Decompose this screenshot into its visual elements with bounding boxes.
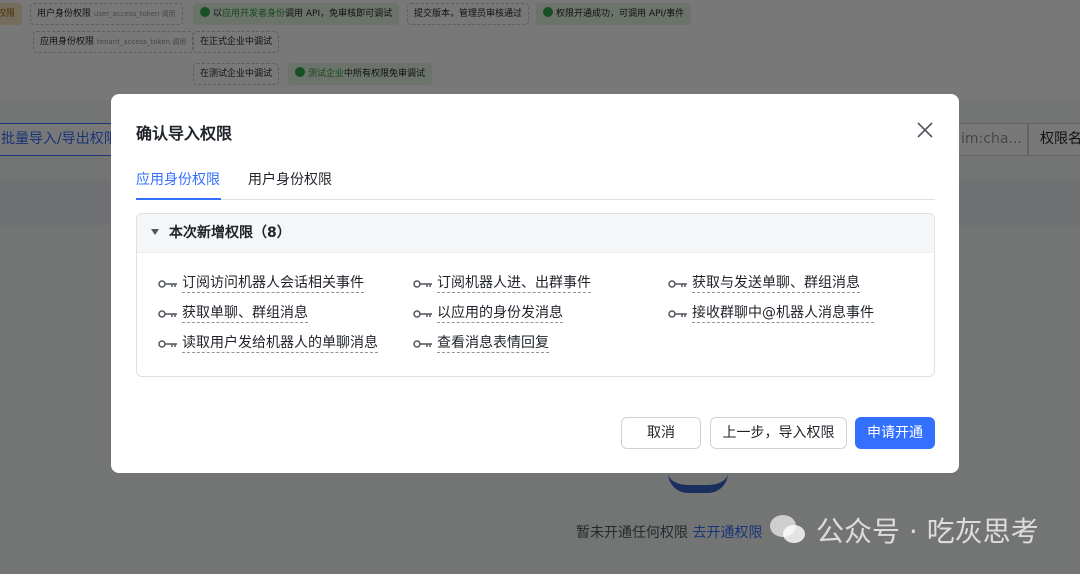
dialog-title: 确认导入权限	[136, 124, 233, 143]
key-icon	[413, 339, 432, 348]
confirm-import-dialog: 确认导入权限 应用身份权限 用户身份权限 本次新增权限（8） 订阅访问机器人会话…	[111, 94, 959, 473]
permission-item[interactable]: 获取单聊、群组消息	[158, 304, 308, 323]
permission-name: 接收群聊中@机器人消息事件	[692, 305, 874, 323]
key-icon	[413, 309, 432, 318]
permission-item[interactable]: 订阅访问机器人会话相关事件	[158, 274, 364, 293]
permission-name: 查看消息表情回复	[437, 335, 549, 353]
watermark-text: 公众号 · 吃灰思考	[816, 515, 1039, 548]
flow-success: 权限开通成功，可调用 API/事件	[536, 3, 692, 25]
permission-name: 订阅访问机器人会话相关事件	[182, 275, 364, 293]
flow-test-debug: 在测试企业中调试	[193, 63, 280, 85]
flow-submit: 提交版本，管理员审核通过	[407, 3, 530, 25]
permission-name: 获取与发送单聊、群组消息	[692, 275, 860, 293]
flow-app-perm: 应用身份权限 tenant_access_token 调用	[33, 31, 194, 53]
caret-down-icon	[151, 229, 159, 235]
batch-import-export-button[interactable]: 批量导入/导出权限	[0, 123, 129, 156]
tab-app-permissions[interactable]: 应用身份权限	[136, 169, 220, 189]
permission-name: 订阅机器人进、出群事件	[437, 275, 591, 293]
empty-state: 暂未开通任何权限 去开通权限	[576, 522, 762, 542]
section-header[interactable]: 本次新增权限（8）	[137, 214, 934, 253]
empty-text: 暂未开通任何权限	[576, 525, 688, 541]
wechat-icon	[770, 515, 805, 543]
permission-item[interactable]: 接收群聊中@机器人消息事件	[668, 304, 874, 323]
active-tab-indicator	[136, 198, 221, 200]
key-icon	[158, 309, 177, 318]
permission-item[interactable]: 查看消息表情回复	[413, 334, 549, 353]
permission-item[interactable]: 获取与发送单聊、群组消息	[668, 274, 860, 293]
permission-name: 以应用的身份发消息	[437, 305, 563, 323]
key-icon	[668, 309, 687, 318]
flow-dev-debug: 以应用开发者身份调用 API，免审核即可调试	[193, 3, 400, 25]
flow-test-free: 测试企业中所有权限免审调试	[288, 63, 433, 85]
flow-prod-debug: 在正式企业中调试	[193, 31, 280, 53]
apply-button[interactable]: 申请开通	[855, 417, 935, 449]
permission-flow-diagram: 权限 用户身份权限 user_access_token 调用 以应用开发者身份调…	[0, 0, 1080, 100]
key-icon	[668, 279, 687, 288]
watermark: 公众号 · 吃灰思考	[768, 510, 1039, 550]
open-permission-link[interactable]: 去开通权限	[692, 525, 762, 541]
flow-start: 权限	[0, 3, 23, 25]
close-icon[interactable]	[915, 120, 935, 140]
permission-item[interactable]: 读取用户发给机器人的单聊消息	[158, 334, 378, 353]
back-import-button[interactable]: 上一步，导入权限	[710, 417, 847, 449]
section-title: 本次新增权限（8）	[169, 225, 291, 241]
flow-user-perm: 用户身份权限 user_access_token 调用	[30, 3, 183, 25]
permission-item[interactable]: 以应用的身份发消息	[413, 304, 563, 323]
permission-item[interactable]: 订阅机器人进、出群事件	[413, 274, 591, 293]
tab-divider	[136, 199, 935, 200]
tab-user-permissions[interactable]: 用户身份权限	[248, 169, 332, 189]
search-input[interactable]: im:cha...	[950, 123, 1028, 156]
permission-name: 读取用户发给机器人的单聊消息	[182, 335, 378, 353]
new-permissions-section: 本次新增权限（8） 订阅访问机器人会话相关事件 订阅机器人进、出群事件 获取与发送单…	[136, 213, 935, 377]
key-icon	[413, 279, 432, 288]
key-icon	[158, 339, 177, 348]
permission-name: 获取单聊、群组消息	[182, 305, 308, 323]
filter-select[interactable]: 权限名	[1028, 123, 1080, 156]
key-icon	[158, 279, 177, 288]
cancel-button[interactable]: 取消	[621, 417, 701, 449]
